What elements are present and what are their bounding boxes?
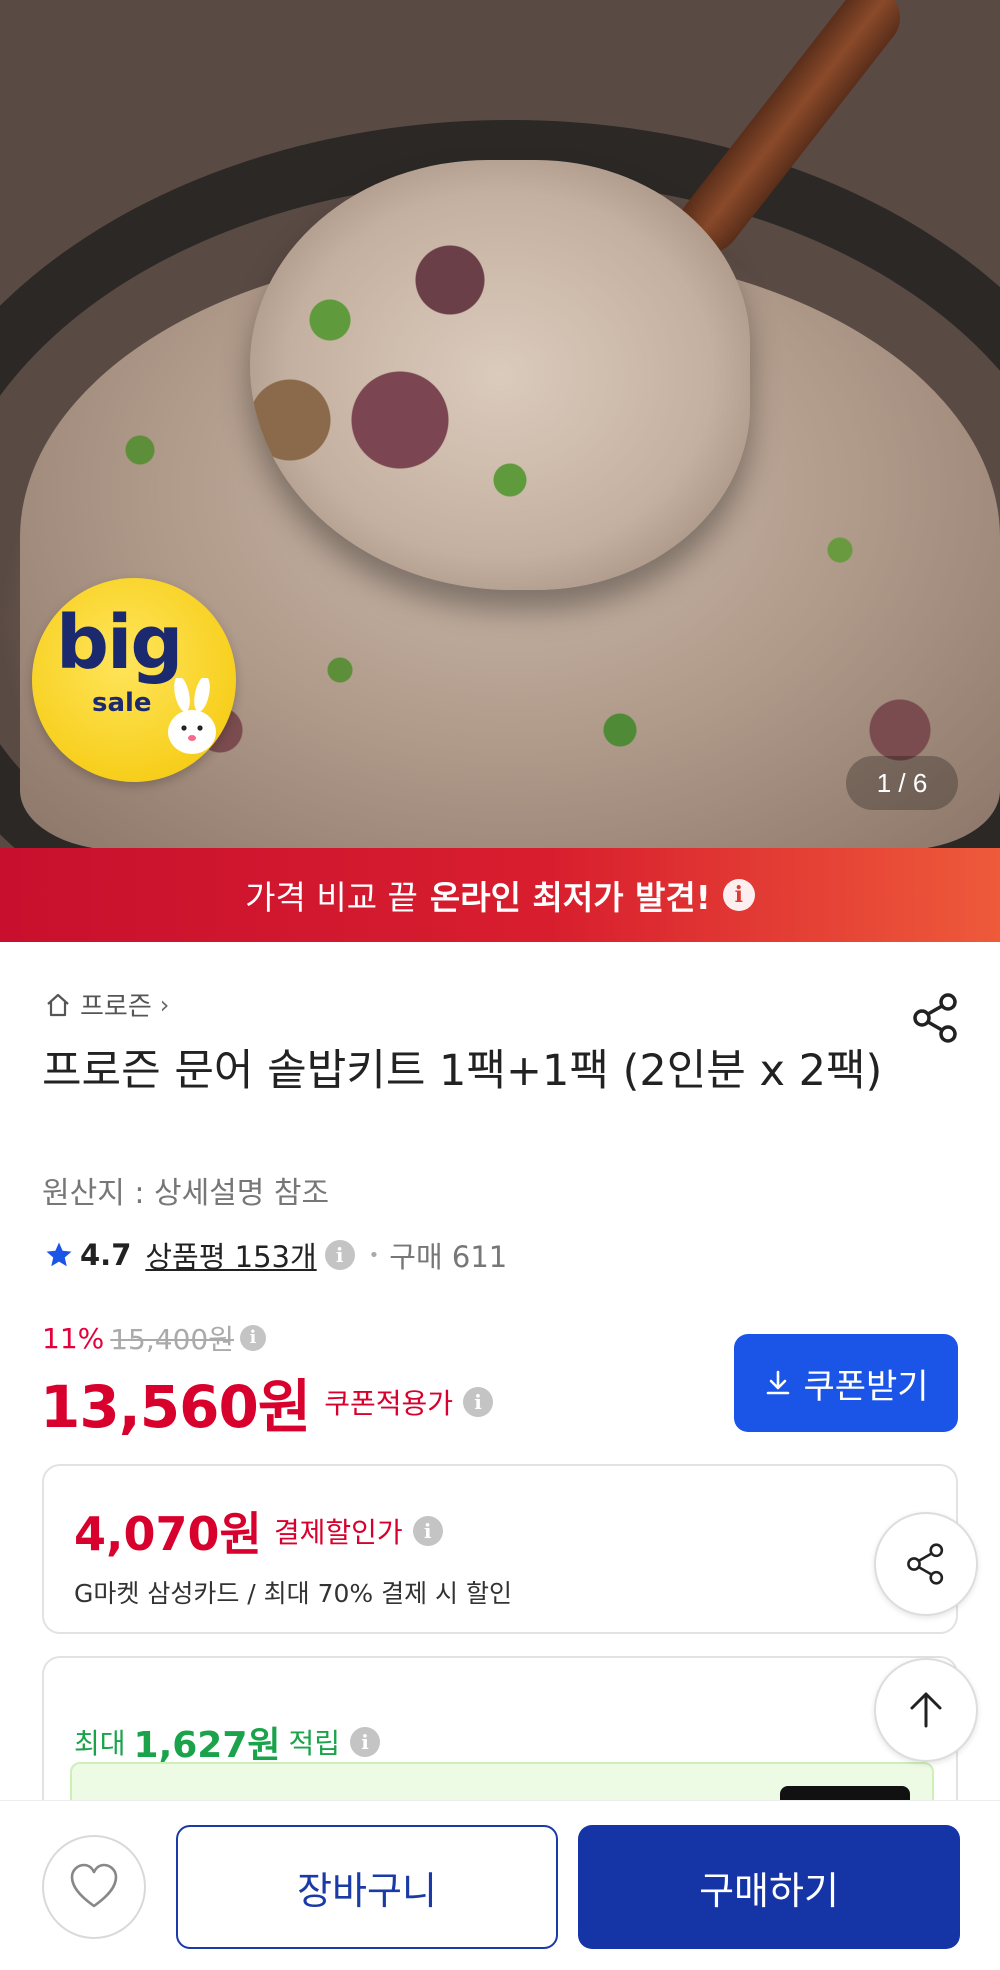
star-icon <box>46 1242 72 1267</box>
sale-price: 13,560원 <box>40 1373 311 1441</box>
badge-big-text: big <box>56 600 183 686</box>
points-suffix: 적립 <box>288 1727 341 1760</box>
image-page-counter: 1 / 6 <box>846 756 958 810</box>
arrow-up-icon <box>910 1692 942 1728</box>
buy-now-button[interactable]: 구매하기 <box>578 1825 960 1949</box>
product-origin: 원산지 : 상세설명 참조 <box>42 1176 330 1211</box>
discount-percent: 11% <box>42 1321 105 1355</box>
rating-row: 4.7 상품평 153개 i • 구매 611 <box>44 1234 507 1276</box>
coupon-applied-label: 쿠폰적용가 <box>324 1387 453 1420</box>
share-icon <box>907 1543 944 1585</box>
card-discount-amount: 4,070원 <box>74 1507 262 1561</box>
lowest-price-banner[interactable]: 가격 비교 끝 온라인 최저가 발견! i <box>0 848 1000 942</box>
price-row: 13,560원 쿠폰적용가 i <box>40 1360 493 1444</box>
promo-prefix: 가격 비교 끝 <box>245 878 418 917</box>
breadcrumb-category[interactable]: 프로즌 <box>80 986 152 1023</box>
breadcrumb[interactable]: 프로즌 › <box>44 986 169 1023</box>
floating-share-button[interactable] <box>874 1512 978 1616</box>
info-icon[interactable]: i <box>722 879 755 911</box>
scroll-top-button[interactable] <box>874 1658 978 1762</box>
card-discount-description: G마켓 삼성카드 / 최대 70% 결제 시 할인 <box>74 1579 512 1608</box>
separator-dot: • <box>368 1244 380 1266</box>
review-link[interactable]: 상품평 153개 <box>145 1234 316 1276</box>
add-to-cart-button[interactable]: 장바구니 <box>176 1825 558 1949</box>
info-icon[interactable]: i <box>239 1325 266 1351</box>
rating-score: 4.7 <box>80 1238 132 1272</box>
original-price: 15,400원 <box>110 1323 234 1356</box>
discount-row: 11% 15,400원 i <box>42 1318 266 1358</box>
points-prefix: 최대 <box>74 1727 126 1760</box>
share-icon[interactable] <box>908 990 964 1046</box>
bottom-action-bar: 장바구니 구매하기 <box>0 1800 1000 1970</box>
product-hero-image[interactable]: big sale 1 / 6 <box>0 0 1000 848</box>
big-sale-badge: big sale <box>32 578 236 782</box>
product-title: 프로즌 문어 솥밥키트 1팩+1팩 (2인분 x 2팩) <box>42 1046 883 1096</box>
get-coupon-label: 쿠폰받기 <box>803 1367 929 1406</box>
points-line: 최대 1,627원 적립 i <box>74 1716 381 1768</box>
info-icon[interactable]: i <box>350 1727 381 1757</box>
info-icon[interactable]: i <box>463 1387 493 1417</box>
card-discount-line: 4,070원 결제할인가 i <box>74 1498 443 1564</box>
points-amount: 1,627원 <box>133 1725 281 1766</box>
wishlist-button[interactable] <box>42 1835 146 1939</box>
info-icon[interactable]: i <box>412 1516 443 1546</box>
card-discount-box[interactable]: 4,070원 결제할인가 i G마켓 삼성카드 / 최대 70% 결제 시 할인 <box>42 1464 958 1634</box>
promo-highlight: 온라인 최저가 발견! <box>429 878 711 917</box>
get-coupon-button[interactable]: 쿠폰받기 <box>734 1334 958 1432</box>
heart-icon <box>70 1863 118 1908</box>
info-icon[interactable]: i <box>324 1240 355 1270</box>
home-icon <box>47 993 69 1016</box>
purchase-count: 구매 611 <box>389 1240 508 1274</box>
chevron-right-icon: › <box>159 990 170 1019</box>
rabbit-icon <box>168 678 216 754</box>
card-discount-label: 결제할인가 <box>273 1516 403 1549</box>
badge-sale-text: sale <box>92 688 152 718</box>
download-icon <box>767 1370 790 1395</box>
